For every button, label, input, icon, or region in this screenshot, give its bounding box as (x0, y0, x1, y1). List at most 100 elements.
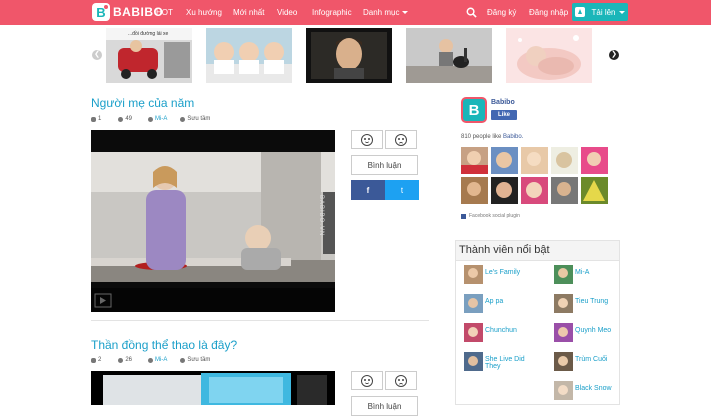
laugh-face-icon (361, 133, 373, 146)
nav-item-categories[interactable]: Danh mục (363, 8, 409, 17)
member-avatar (554, 294, 573, 313)
member-avatar (464, 294, 483, 313)
eye-icon (118, 357, 124, 363)
nav-item-video[interactable]: Video (277, 8, 297, 17)
search-icon[interactable] (466, 7, 477, 18)
member-avatar (554, 352, 573, 371)
top-navbar: B BABIBO HOT Xu hướng Mới nhất Video Inf… (0, 0, 711, 25)
carousel-thumb[interactable]: ...đồi đường lái xe (106, 28, 192, 83)
fb-plugin-label[interactable]: Facebook social plugin (469, 213, 520, 219)
author-link[interactable]: Mi-A (155, 116, 167, 122)
fan-avatar[interactable] (521, 147, 548, 174)
member-item[interactable]: Le's Family (464, 265, 520, 284)
fan-avatar[interactable] (461, 177, 488, 204)
tag-icon (180, 357, 186, 363)
post-divider (91, 320, 429, 321)
facebook-icon (461, 213, 466, 219)
heart-icon (91, 116, 96, 122)
laugh-face-icon (361, 374, 373, 387)
post-title[interactable]: Thần đồng thể thao là đây? (91, 338, 237, 352)
fan-avatar[interactable] (581, 147, 608, 174)
nav-item-newest[interactable]: Mới nhất (233, 8, 264, 17)
member-name: Chunchun (485, 327, 517, 334)
video-frame (91, 130, 335, 312)
fb-like-count: 810 people like Babibo. (461, 134, 523, 140)
sleeping-baby-thumb (506, 28, 592, 83)
fan-avatar[interactable] (551, 177, 578, 204)
nav-item-categories-label: Danh mục (363, 8, 400, 17)
carousel-thumb[interactable] (506, 28, 592, 83)
video-player[interactable]: BABIBO.VN (91, 130, 335, 312)
member-item[interactable]: Quynh Meo (554, 323, 611, 342)
nav-item-infographic[interactable]: Infographic (312, 8, 352, 17)
tag-icon (180, 116, 186, 122)
sad-reaction-button[interactable] (385, 130, 417, 149)
triplet-babies-thumb (206, 28, 292, 83)
upload-button-label: Tải lên (591, 7, 616, 17)
member-avatar (554, 265, 573, 284)
fb-like-count-text: 810 people like (461, 134, 502, 140)
user-icon (148, 357, 154, 363)
member-item[interactable]: Tieu Trung (554, 294, 608, 313)
post-title[interactable]: Người mẹ của năm (91, 96, 194, 110)
like-count: 2 (98, 357, 102, 363)
like-count: 1 (98, 116, 102, 122)
fan-avatar[interactable] (461, 147, 488, 174)
members-heading: Thành viên nổi bật (456, 241, 619, 261)
member-item[interactable]: Chunchun (464, 323, 517, 342)
chevron-down-icon (402, 11, 409, 15)
video-watermark: BABIBO.VN (318, 195, 324, 237)
user-icon (148, 116, 154, 122)
member-name: Le's Family (485, 269, 521, 276)
love-reaction-button[interactable] (351, 371, 383, 390)
view-count: 49 (125, 116, 133, 122)
babibo-page-avatar[interactable]: B (461, 97, 487, 123)
nav-item-hot[interactable]: HOT (156, 8, 173, 17)
author-link[interactable]: Mi-A (155, 357, 167, 363)
sad-face-icon (395, 374, 407, 387)
boy-portrait-thumb (306, 28, 392, 83)
fan-avatar[interactable] (551, 147, 578, 174)
carousel-next-button[interactable]: ❯ (609, 50, 619, 60)
carousel-thumb[interactable] (206, 28, 292, 83)
eye-icon (118, 116, 124, 122)
source-label: Sưu tầm (187, 357, 211, 363)
member-item[interactable]: Trùm Cuối (554, 352, 607, 371)
member-item[interactable]: Ap pa (464, 294, 503, 313)
fan-avatar[interactable] (581, 177, 608, 204)
member-avatar (464, 265, 483, 284)
login-link[interactable]: Đăng nhập (529, 8, 568, 17)
facebook-like-box: B Babibo Like 810 people like Babibo. Fa… (458, 94, 618, 226)
share-facebook-button[interactable]: f (351, 180, 385, 200)
babibo-logo-icon: B (92, 3, 110, 21)
member-item[interactable]: Black Snow (554, 381, 612, 400)
love-reaction-button[interactable] (351, 130, 383, 149)
fb-like-button[interactable]: Like (491, 110, 517, 120)
logo[interactable]: B BABIBO (92, 3, 163, 21)
fb-page-link[interactable]: Babibo. (503, 134, 523, 140)
carousel-prev-button[interactable]: ❮ (92, 50, 102, 60)
comment-button[interactable]: Bình luận (351, 155, 418, 175)
view-count: 26 (125, 357, 133, 363)
sad-reaction-button[interactable] (385, 371, 417, 390)
video-player[interactable] (91, 371, 335, 405)
share-twitter-button[interactable]: t (385, 180, 419, 200)
member-name: She Live Did They (485, 356, 525, 370)
member-item[interactable]: Mi-A (554, 265, 589, 284)
member-name: Trùm Cuối (575, 356, 608, 363)
upload-button[interactable]: Tải lên (572, 3, 628, 21)
fan-avatar[interactable] (521, 177, 548, 204)
member-item[interactable]: She Live Did They (464, 352, 534, 371)
fb-page-name[interactable]: Babibo (491, 99, 515, 106)
register-link[interactable]: Đăng ký (487, 8, 516, 17)
fan-avatar[interactable] (491, 147, 518, 174)
carousel-thumb[interactable] (306, 28, 392, 83)
comment-button[interactable]: Bình luận (351, 396, 418, 416)
sad-face-icon (395, 133, 407, 146)
thumb-caption: ...đồi đường lái xe (128, 31, 169, 37)
nav-item-trending[interactable]: Xu hướng (186, 8, 222, 17)
member-name: Ap pa (485, 298, 504, 305)
member-name: Mi-A (575, 269, 590, 276)
fan-avatar[interactable] (491, 177, 518, 204)
carousel-thumb[interactable] (406, 28, 492, 83)
